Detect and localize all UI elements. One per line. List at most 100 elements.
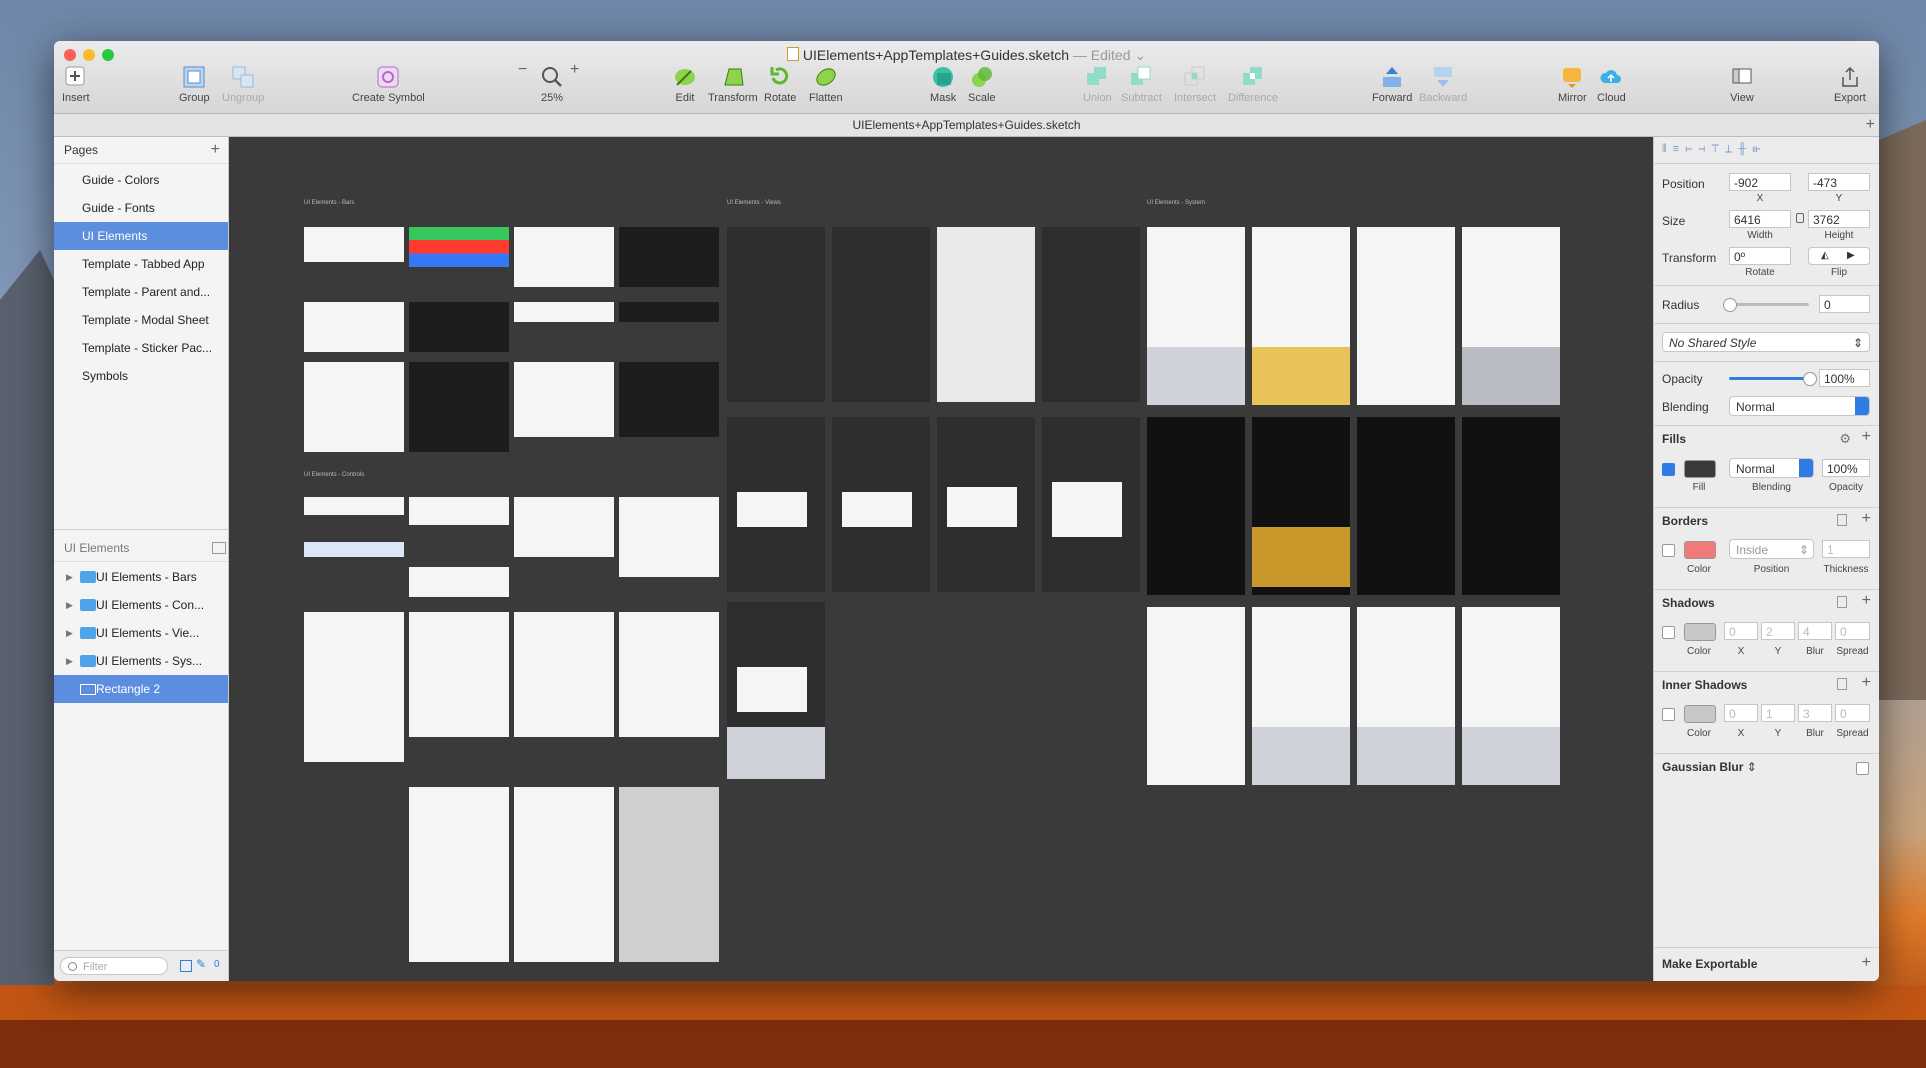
flatten-button[interactable]: Flatten [809,65,843,104]
mirror-button[interactable]: Mirror [1558,65,1587,104]
fill-checkbox[interactable] [1662,463,1675,476]
blending-dropdown[interactable]: Normal [1729,396,1870,416]
subtract-button[interactable]: Subtract [1121,65,1162,104]
radius-field[interactable]: 0 [1819,295,1870,313]
document-tab[interactable]: UIElements+AppTemplates+Guides.sketch [852,118,1080,132]
blur-checkbox[interactable] [1856,762,1869,775]
zoom-out-button[interactable]: − [518,61,527,79]
x-field[interactable]: -902 [1729,173,1791,191]
inner-shadow-checkbox[interactable] [1662,708,1675,721]
add-inner-shadow-button[interactable]: + [1862,674,1871,692]
width-field[interactable]: 6416 [1729,210,1791,228]
trash-icon[interactable] [1837,596,1847,608]
inner-shadow-spread-field[interactable]: 0 [1835,704,1870,722]
edit-button[interactable]: Edit [673,65,697,104]
filter-input[interactable]: Filter [60,957,168,975]
shadow-y-field[interactable]: 2 [1761,622,1795,640]
layer-artboard[interactable]: ▶ UI Elements - Sys... [54,647,228,675]
border-color-swatch[interactable] [1684,541,1716,559]
transform-button[interactable]: Transform [708,65,758,104]
canvas[interactable]: UI Elements - Bars UI Elements - Views U… [229,137,1653,981]
page-item[interactable]: Guide - Fonts [54,194,228,222]
bars-artboard[interactable] [304,227,719,452]
fill-color-swatch[interactable] [1684,460,1716,478]
slider-knob[interactable] [1803,372,1817,386]
shadow-color-swatch[interactable] [1684,623,1716,641]
create-symbol-button[interactable]: Create Symbol [352,65,425,104]
border-position-dropdown[interactable]: Inside ⇕ [1729,539,1814,559]
page-item-selected[interactable]: UI Elements [54,222,228,250]
forward-button[interactable]: Forward [1372,65,1412,104]
artboard-label-views[interactable]: UI Elements - Views [727,200,781,206]
view-button[interactable]: View [1730,65,1754,104]
add-shadow-button[interactable]: + [1862,592,1871,610]
shadow-blur-field[interactable]: 4 [1798,622,1832,640]
gaussian-blur-dropdown[interactable]: Gaussian Blur ⇕ [1662,760,1757,774]
page-item[interactable]: Symbols [54,362,228,390]
zoom-in-button[interactable]: + [570,61,579,79]
page-item[interactable]: Template - Modal Sheet [54,306,228,334]
add-border-button[interactable]: + [1862,510,1871,528]
radius-slider[interactable] [1723,298,1809,312]
lock-icon[interactable] [1796,213,1804,223]
border-thickness-field[interactable]: 1 [1822,540,1870,558]
layer-artboard[interactable]: ▶ UI Elements - Vie... [54,619,228,647]
rotate-field[interactable]: 0º [1729,247,1791,265]
add-fill-button[interactable]: + [1862,428,1871,446]
artboard-label-bars[interactable]: UI Elements - Bars [304,200,354,206]
ungroup-button[interactable]: Ungroup [222,65,264,104]
page-item[interactable]: Template - Parent and... [54,278,228,306]
add-export-button[interactable]: + [1862,954,1871,972]
insert-button[interactable]: Insert [62,65,90,104]
fill-opacity-field[interactable]: 100% [1822,459,1870,477]
system-artboard[interactable] [1147,227,1560,797]
fill-blend-dropdown[interactable]: Normal [1729,458,1814,478]
add-page-button[interactable]: + [211,137,220,163]
page-item[interactable]: Guide - Colors [54,166,228,194]
gear-icon[interactable]: ⚙ [1839,431,1851,447]
inner-shadow-blur-field[interactable]: 3 [1798,704,1832,722]
edited-label[interactable]: — Edited ⌄ [1073,47,1146,63]
flip-horizontal-icon[interactable]: ◭ [1821,250,1829,261]
shadow-checkbox[interactable] [1662,626,1675,639]
cloud-button[interactable]: Cloud [1597,65,1626,104]
scale-button[interactable]: Scale [968,65,996,104]
inner-shadow-y-field[interactable]: 1 [1761,704,1795,722]
intersect-button[interactable]: Intersect [1174,65,1216,104]
opacity-slider[interactable] [1729,372,1817,386]
filter-edit-icon[interactable]: ✎ [196,957,206,971]
new-tab-button[interactable]: + [1866,114,1875,136]
shared-style-dropdown[interactable]: No Shared Style ⇕ [1662,332,1870,352]
artboard-label-controls[interactable]: UI Elements - Controls [304,472,364,478]
layer-artboard[interactable]: ▶ UI Elements - Con... [54,591,228,619]
shadow-spread-field[interactable]: 0 [1835,622,1870,640]
collapse-icon[interactable] [212,542,226,554]
difference-button[interactable]: Difference [1228,65,1278,104]
controls-artboard[interactable] [304,497,719,962]
inner-shadow-color-swatch[interactable] [1684,705,1716,723]
mask-button[interactable]: Mask [930,65,956,104]
views-artboard[interactable] [727,227,1140,787]
rotate-button[interactable]: Rotate [764,65,796,104]
trash-icon[interactable] [1837,678,1847,690]
inner-shadow-x-field[interactable]: 0 [1724,704,1758,722]
trash-icon[interactable] [1837,514,1847,526]
union-button[interactable]: Union [1083,65,1112,104]
height-field[interactable]: 3762 [1808,210,1870,228]
page-item[interactable]: Template - Sticker Pac... [54,334,228,362]
border-checkbox[interactable] [1662,544,1675,557]
artboard-label-system[interactable]: UI Elements - System [1147,200,1205,206]
y-field[interactable]: -473 [1808,173,1870,191]
filter-options-icon[interactable] [180,960,192,972]
slider-knob[interactable] [1723,298,1737,312]
export-button[interactable]: Export [1834,65,1866,104]
flip-buttons[interactable]: ◭ ▶ [1808,247,1870,265]
shadow-x-field[interactable]: 0 [1724,622,1758,640]
align-icons[interactable]: ⫴≡⊢⊣⊤⊥╫⊪ [1662,143,1767,156]
layer-rectangle-selected[interactable]: Rectangle 2 [54,675,228,703]
group-button[interactable]: Group [179,65,210,104]
opacity-field[interactable]: 100% [1819,369,1870,387]
flip-vertical-icon[interactable]: ▶ [1847,250,1855,261]
zoom-control[interactable]: 25% [540,65,564,104]
layer-artboard[interactable]: ▶ UI Elements - Bars [54,563,228,591]
